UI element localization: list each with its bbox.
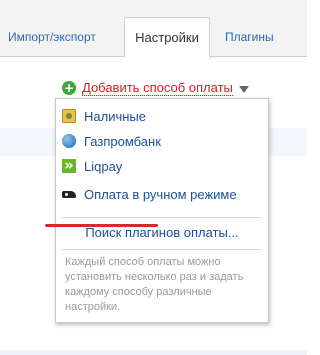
liqpay-icon xyxy=(62,156,76,174)
menu-item-manual-payment[interactable]: Оплата в ручном режиме xyxy=(62,184,262,204)
menu-item-label: Наличные xyxy=(84,108,146,124)
plus-icon: + xyxy=(62,81,76,95)
menu-item-cash[interactable]: Наличные xyxy=(62,106,262,126)
cash-icon xyxy=(62,109,76,123)
menu-item-liqpay[interactable]: Liqpay xyxy=(62,156,262,176)
tab-plugins[interactable]: Плагины xyxy=(225,30,274,44)
caret-down-icon xyxy=(238,85,249,93)
menu-item-label: Liqpay xyxy=(84,158,123,174)
add-payment-method-label: Добавить способ оплаты xyxy=(82,80,233,96)
menu-item-label: Газпромбанк xyxy=(84,133,161,149)
tab-import-export[interactable]: Импорт/экспорт xyxy=(8,30,96,44)
menu-separator xyxy=(62,249,262,250)
gazprombank-icon xyxy=(62,134,76,148)
payment-method-dropdown: Наличные Газпромбанк Liqpay Оплата в руч… xyxy=(45,98,269,323)
tab-settings[interactable]: Настройки xyxy=(124,17,210,58)
help-text: Каждый способ оплаты можно установить не… xyxy=(65,256,244,313)
add-payment-method-button[interactable]: + Добавить способ оплаты xyxy=(62,78,249,98)
tab-bar: Импорт/экспорт Настройки Плагины xyxy=(0,0,307,58)
search-payment-plugins-link[interactable]: Поиск плагинов оплаты... xyxy=(56,225,268,240)
menu-item-gazprombank[interactable]: Газпромбанк xyxy=(62,131,262,151)
bottom-strip xyxy=(0,350,307,355)
manual-payment-icon xyxy=(62,187,76,201)
menu-separator xyxy=(62,217,262,218)
menu-item-label: Оплата в ручном режиме xyxy=(84,186,237,202)
settings-content: + Добавить способ оплаты Наличные Газпро… xyxy=(0,58,307,355)
